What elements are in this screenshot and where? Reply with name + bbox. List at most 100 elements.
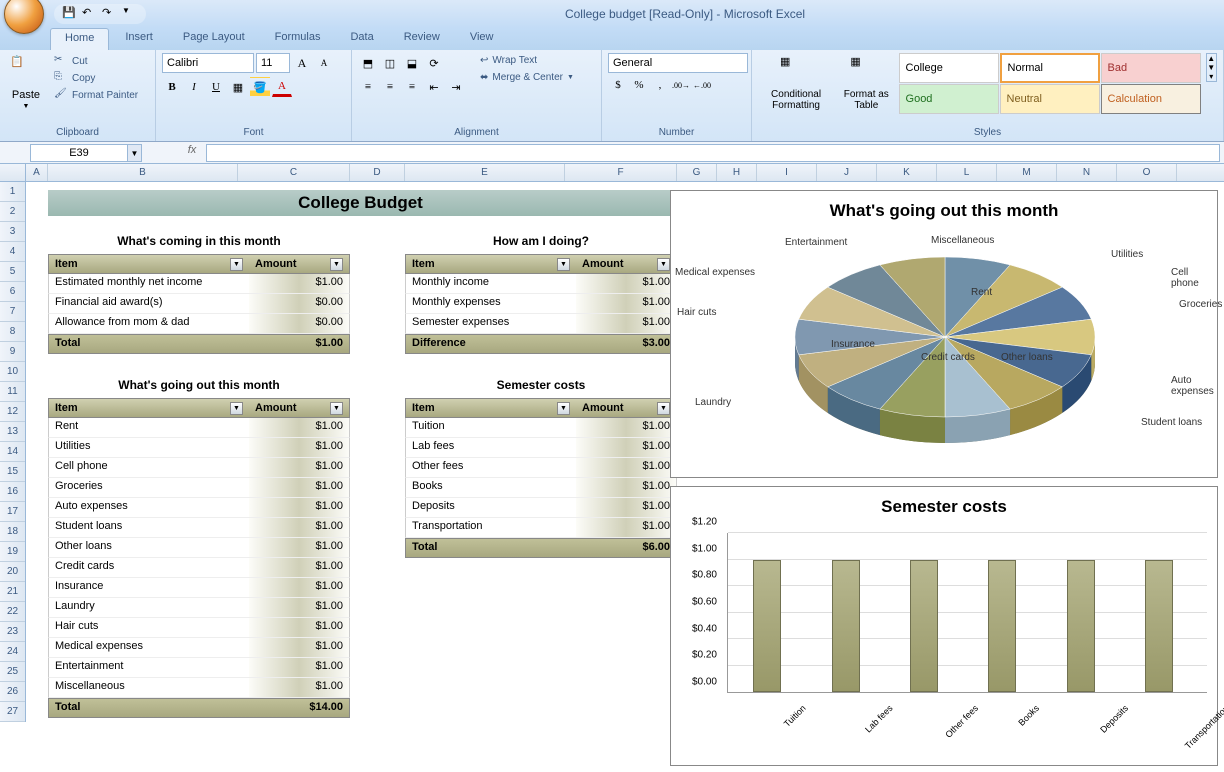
row-header-22[interactable]: 22 (0, 602, 25, 622)
row-header-9[interactable]: 9 (0, 342, 25, 362)
orientation-button[interactable]: ⟳ (424, 53, 444, 73)
row-header-18[interactable]: 18 (0, 522, 25, 542)
format-painter-button[interactable]: 🖌Format Painter (50, 87, 142, 103)
tab-insert[interactable]: Insert (111, 28, 167, 50)
row-header-19[interactable]: 19 (0, 542, 25, 562)
row-header-3[interactable]: 3 (0, 222, 25, 242)
row-header-11[interactable]: 11 (0, 382, 25, 402)
save-icon[interactable]: 💾 (62, 6, 78, 22)
row-header-23[interactable]: 23 (0, 622, 25, 642)
filter-dropdown[interactable]: ▼ (230, 258, 243, 271)
increase-decimal-button[interactable]: .00→ (671, 75, 691, 95)
filter-dropdown[interactable]: ▼ (330, 402, 343, 415)
style-bad[interactable]: Bad (1101, 53, 1201, 83)
font-size-select[interactable] (256, 53, 290, 73)
table-row[interactable]: Books$1.00 (405, 478, 677, 498)
align-middle-button[interactable]: ◫ (380, 53, 400, 73)
filter-dropdown[interactable]: ▼ (557, 402, 570, 415)
row-header-14[interactable]: 14 (0, 442, 25, 462)
table-row[interactable]: Credit cards$1.00 (48, 558, 350, 578)
row-header-24[interactable]: 24 (0, 642, 25, 662)
tab-formulas[interactable]: Formulas (261, 28, 335, 50)
row-header-26[interactable]: 26 (0, 682, 25, 702)
col-header-M[interactable]: M (997, 164, 1057, 181)
col-header-F[interactable]: F (565, 164, 677, 181)
font-color-button[interactable]: A (272, 77, 292, 97)
underline-button[interactable]: U (206, 77, 226, 97)
percent-button[interactable]: % (629, 75, 649, 95)
comma-button[interactable]: , (650, 75, 670, 95)
increase-indent-button[interactable]: ⇥ (446, 77, 466, 97)
table-row[interactable]: Student loans$1.00 (48, 518, 350, 538)
table-row[interactable]: Miscellaneous$1.00 (48, 678, 350, 698)
align-left-button[interactable]: ≡ (358, 77, 378, 97)
table-row[interactable]: Lab fees$1.00 (405, 438, 677, 458)
undo-icon[interactable]: ↶ (82, 6, 98, 22)
shrink-font-button[interactable]: A (314, 53, 334, 73)
row-header-16[interactable]: 16 (0, 482, 25, 502)
conditional-formatting-button[interactable]: ▦ Conditional Formatting (758, 53, 834, 113)
row-header-4[interactable]: 4 (0, 242, 25, 262)
align-top-button[interactable]: ⬒ (358, 53, 378, 73)
row-header-6[interactable]: 6 (0, 282, 25, 302)
filter-dropdown[interactable]: ▼ (657, 402, 670, 415)
row-header-7[interactable]: 7 (0, 302, 25, 322)
decrease-indent-button[interactable]: ⇤ (424, 77, 444, 97)
tab-page-layout[interactable]: Page Layout (169, 28, 259, 50)
font-name-select[interactable] (162, 53, 254, 73)
table-row[interactable]: Transportation$1.00 (405, 518, 677, 538)
row-header-5[interactable]: 5 (0, 262, 25, 282)
insert-function-button[interactable]: fx (182, 144, 202, 162)
col-header-J[interactable]: J (817, 164, 877, 181)
table-row[interactable]: Medical expenses$1.00 (48, 638, 350, 658)
filter-dropdown[interactable]: ▼ (657, 258, 670, 271)
row-header-13[interactable]: 13 (0, 422, 25, 442)
table-row[interactable]: Estimated monthly net income$1.00 (48, 274, 350, 294)
redo-icon[interactable]: ↷ (102, 6, 118, 22)
filter-dropdown[interactable]: ▼ (557, 258, 570, 271)
number-format-select[interactable] (608, 53, 748, 73)
wrap-text-button[interactable]: ↩Wrap Text (476, 53, 578, 68)
row-header-17[interactable]: 17 (0, 502, 25, 522)
copy-button[interactable]: ⎘Copy (50, 70, 142, 86)
formula-input[interactable] (206, 144, 1220, 162)
style-calculation[interactable]: Calculation (1101, 84, 1201, 114)
merge-center-button[interactable]: ⬌Merge & Center▼ (476, 70, 578, 85)
row-header-10[interactable]: 10 (0, 362, 25, 382)
tab-home[interactable]: Home (50, 28, 109, 50)
col-header-H[interactable]: H (717, 164, 757, 181)
row-header-2[interactable]: 2 (0, 202, 25, 222)
tab-review[interactable]: Review (390, 28, 454, 50)
col-header-K[interactable]: K (877, 164, 937, 181)
col-header-C[interactable]: C (238, 164, 350, 181)
row-header-21[interactable]: 21 (0, 582, 25, 602)
col-header-N[interactable]: N (1057, 164, 1117, 181)
table-row[interactable]: Cell phone$1.00 (48, 458, 350, 478)
filter-dropdown[interactable]: ▼ (330, 258, 343, 271)
styles-more-button[interactable]: ▲▼▾ (1206, 53, 1217, 82)
style-normal[interactable]: Normal (1000, 53, 1100, 83)
format-as-table-button[interactable]: ▦ Format as Table (838, 53, 894, 113)
row-header-27[interactable]: 27 (0, 702, 25, 722)
row-header-20[interactable]: 20 (0, 562, 25, 582)
table-row[interactable]: Insurance$1.00 (48, 578, 350, 598)
table-row[interactable]: Groceries$1.00 (48, 478, 350, 498)
table-row[interactable]: Semester expenses$1.00 (405, 314, 677, 334)
style-good[interactable]: Good (899, 84, 999, 114)
row-header-25[interactable]: 25 (0, 662, 25, 682)
qat-customize-icon[interactable]: ▼ (122, 6, 138, 22)
style-college[interactable]: College (899, 53, 999, 83)
table-row[interactable]: Monthly income$1.00 (405, 274, 677, 294)
align-right-button[interactable]: ≡ (402, 77, 422, 97)
table-row[interactable]: Other loans$1.00 (48, 538, 350, 558)
name-box[interactable] (30, 144, 128, 162)
row-header-8[interactable]: 8 (0, 322, 25, 342)
select-all-button[interactable] (0, 164, 26, 181)
currency-button[interactable]: $ (608, 75, 628, 95)
row-header-15[interactable]: 15 (0, 462, 25, 482)
bold-button[interactable]: B (162, 77, 182, 97)
col-header-L[interactable]: L (937, 164, 997, 181)
border-button[interactable]: ▦ (228, 77, 248, 97)
worksheet-grid[interactable]: ABCDEFGHIJKLMNO 123456789101112131415161… (0, 164, 1224, 772)
cells[interactable]: College Budget What's coming in this mon… (26, 182, 1224, 772)
